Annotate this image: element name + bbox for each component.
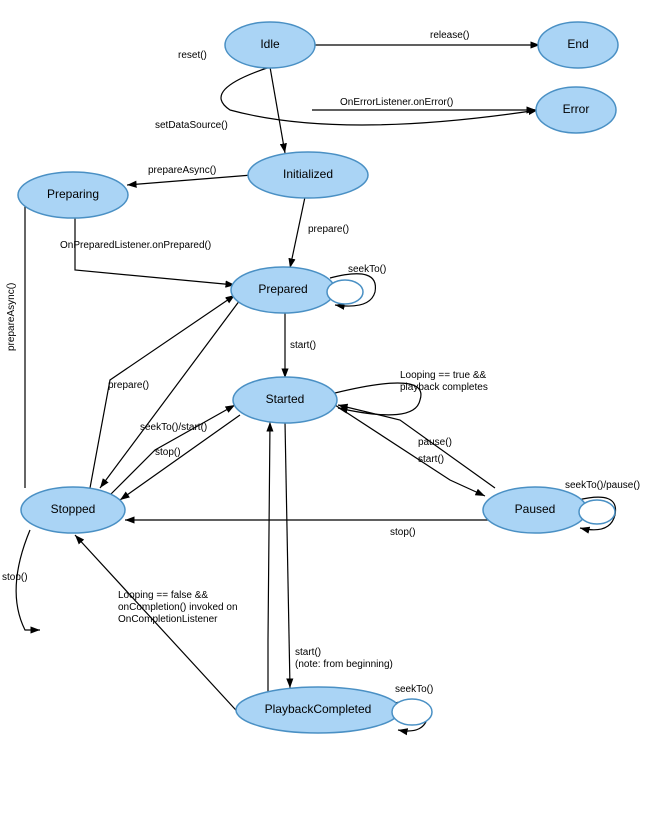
label-seekto-playback: seekTo()	[395, 684, 433, 695]
label-prepare1: prepare()	[308, 224, 349, 235]
label-start-beginning1: start()	[295, 647, 321, 658]
label-playback-completes: playback completes	[400, 382, 488, 393]
label-seekto-pause: seekTo()/pause()	[565, 480, 640, 491]
label-prepareasync1: prepareAsync()	[148, 165, 216, 176]
state-initialized-label: Initialized	[283, 167, 333, 181]
state-idle-label: Idle	[260, 37, 280, 51]
label-stop-paused: stop()	[390, 527, 416, 538]
label-start1: start()	[290, 340, 316, 351]
label-start-paused: start()	[418, 454, 444, 465]
label-looping-true: Looping == true &&	[400, 370, 487, 381]
state-started-label: Started	[266, 392, 305, 406]
state-playbackcompleted-label: PlaybackCompleted	[265, 702, 372, 716]
label-seekto-prepared: seekTo()	[348, 264, 386, 275]
state-playback-loop	[392, 699, 432, 725]
state-error-label: Error	[563, 102, 590, 116]
label-setdatasource: setDataSource()	[155, 120, 228, 131]
label-release: release()	[430, 30, 469, 41]
label-onprepared: OnPreparedListener.onPrepared()	[60, 240, 211, 251]
state-paused-label: Paused	[515, 502, 556, 516]
label-seekto-start: seekTo()/start()	[140, 422, 207, 433]
state-preparing-label: Preparing	[47, 187, 99, 201]
label-looping-false3: OnCompletionListener	[118, 614, 218, 625]
state-paused-loop	[579, 500, 615, 524]
state-prepared-loop	[327, 280, 363, 304]
state-prepared-label: Prepared	[258, 282, 307, 296]
state-diagram: release() OnErrorListener.onError() setD…	[0, 0, 665, 813]
label-looping-false1: Looping == false &&	[118, 590, 208, 601]
label-start-beginning2: (note: from beginning)	[295, 659, 393, 670]
label-pause: pause()	[418, 437, 452, 448]
state-end-label: End	[567, 37, 588, 51]
label-prepare-stopped: prepare()	[108, 380, 149, 391]
label-reset: reset()	[178, 50, 207, 61]
label-stop-stopped: stop()	[2, 572, 28, 583]
label-looping-false2: onCompletion() invoked on	[118, 602, 238, 613]
label-stop-started: stop()	[155, 447, 181, 458]
state-stopped-label: Stopped	[51, 502, 96, 516]
label-onerror: OnErrorListener.onError()	[340, 97, 453, 108]
label-prepareasync-stopped: prepareAsync()	[6, 283, 17, 351]
